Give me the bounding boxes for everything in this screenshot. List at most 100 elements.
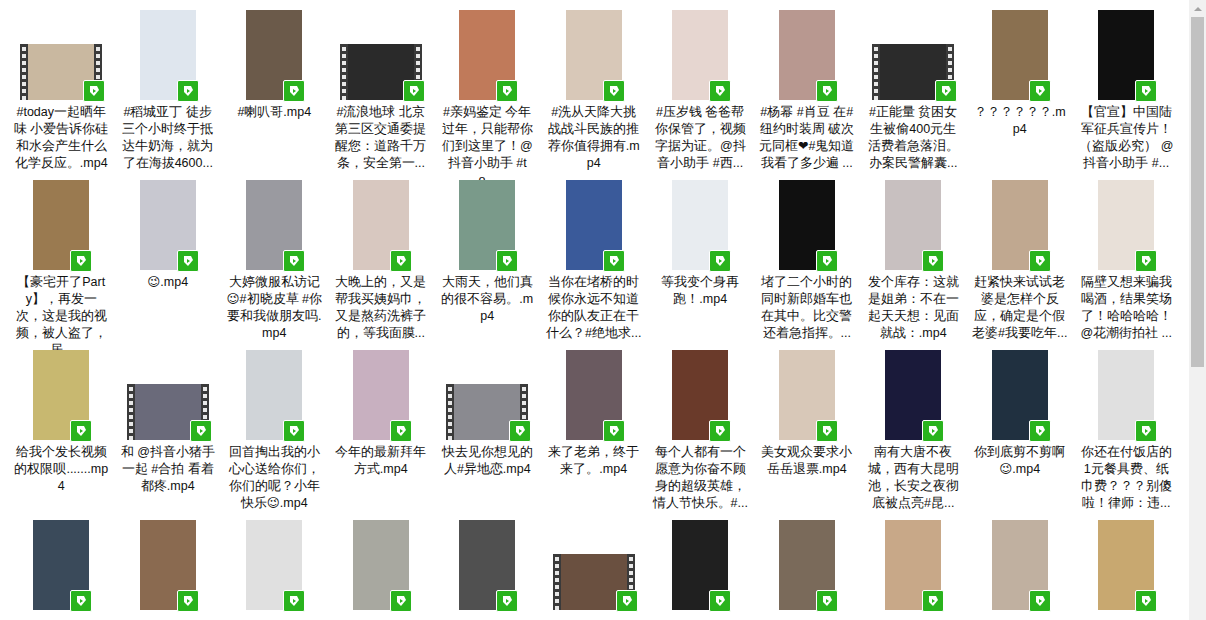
play-file-icon	[181, 594, 195, 608]
video-thumbnail[interactable]	[1098, 180, 1154, 270]
video-thumbnail[interactable]	[779, 520, 835, 610]
file-item[interactable]	[328, 520, 435, 620]
scroll-track[interactable]	[1189, 17, 1206, 620]
file-item[interactable]: 【豪宅开了Party】，再发一次，这是我的视频，被人盗了，居...	[8, 180, 115, 350]
video-thumbnail[interactable]	[1098, 520, 1154, 610]
video-thumbnail[interactable]	[992, 520, 1048, 610]
file-item[interactable]: 隔壁又想来骗我喝酒，结果笑场了！哈哈哈哈！@花潮街拍社 ...	[1073, 180, 1180, 350]
file-item[interactable]: 和 @抖音小猪手 一起 #合拍 看着都疼.mp4	[115, 350, 222, 520]
file-item[interactable]: 快去见你想见的人#异地恋.mp4	[434, 350, 541, 520]
file-item[interactable]: #喇叭哥.mp4	[221, 10, 328, 180]
video-thumbnail[interactable]	[1098, 10, 1154, 100]
film-thumbnail[interactable]	[127, 384, 209, 440]
file-item[interactable]	[647, 520, 754, 620]
file-item[interactable]: 大雨天，他们真的很不容易。.mp4	[434, 180, 541, 350]
video-thumbnail[interactable]	[33, 180, 89, 270]
film-thumbnail[interactable]	[20, 44, 102, 100]
file-item[interactable]: #稻城亚丁 徒步三个小时终于抵达牛奶海，就为了在海拔4600...	[115, 10, 222, 180]
file-item[interactable]: 😉.mp4	[115, 180, 222, 350]
film-thumbnail[interactable]	[553, 554, 635, 610]
file-item[interactable]	[1073, 520, 1180, 620]
file-item[interactable]	[221, 520, 328, 620]
file-item[interactable]: 大婷微服私访记😉#初晓皮草 #你要和我做朋友吗.mp4	[221, 180, 328, 350]
file-item[interactable]: 赶紧快来试试老婆是怎样个反应，确定是个假老婆#我要吃年...	[967, 180, 1074, 350]
video-thumbnail[interactable]	[992, 180, 1048, 270]
video-badge-icon	[390, 420, 412, 442]
video-thumbnail[interactable]	[459, 520, 515, 610]
video-thumbnail[interactable]	[885, 180, 941, 270]
video-thumbnail[interactable]	[33, 350, 89, 440]
file-item[interactable]: 今年的最新拜年方式.mp4	[328, 350, 435, 520]
file-item[interactable]: #亲妈鉴定 今年过年，只能帮你们到这里了！@抖音小助手 #to...	[434, 10, 541, 180]
file-item[interactable]	[967, 520, 1074, 620]
file-name: 大雨天，他们真的很不容易。.mp4	[439, 274, 535, 325]
file-item[interactable]: 发个库存：这就是姐弟：不在一起天天想：见面就战：.mp4	[860, 180, 967, 350]
film-thumbnail[interactable]	[872, 44, 954, 100]
video-thumbnail[interactable]	[672, 520, 728, 610]
file-item[interactable]: #洗从天降大挑战战斗民族的推荐你值得拥有.mp4	[541, 10, 648, 180]
video-thumbnail[interactable]	[459, 180, 515, 270]
vertical-scrollbar[interactable]	[1189, 0, 1206, 620]
file-item[interactable]	[434, 520, 541, 620]
file-item[interactable]: 给我个发长视频的权限呗.......mp4	[8, 350, 115, 520]
film-thumbnail[interactable]	[446, 384, 528, 440]
video-thumbnail[interactable]	[459, 10, 515, 100]
video-thumbnail[interactable]	[246, 10, 302, 100]
file-item[interactable]: 大晚上的，又是帮我买姨妈巾，又是熬药洗裤子的，等我面膜...	[328, 180, 435, 350]
file-item[interactable]	[8, 520, 115, 620]
video-thumbnail[interactable]	[992, 350, 1048, 440]
file-item[interactable]: #杨幂 #肖豆 在#纽约时装周 破次元同框❤#鬼知道我看了多少遍 ...	[754, 10, 861, 180]
video-thumbnail[interactable]	[566, 10, 622, 100]
file-item[interactable]	[754, 520, 861, 620]
video-thumbnail[interactable]	[353, 180, 409, 270]
video-thumbnail[interactable]	[1098, 350, 1154, 440]
file-item[interactable]: #流浪地球 北京第三区交通委提醒您：道路千万条，安全第一...	[328, 10, 435, 180]
video-thumbnail[interactable]	[140, 520, 196, 610]
file-item[interactable]: 堵了二个小时的同时新郎婚车也在其中。比交警还着急指挥。...	[754, 180, 861, 350]
thumbnail-area	[221, 520, 328, 610]
video-thumbnail[interactable]	[140, 10, 196, 100]
file-item[interactable]: 每个人都有一个愿意为你奋不顾身的超级英雄，情人节快乐。#...	[647, 350, 754, 520]
video-thumbnail[interactable]	[353, 350, 409, 440]
file-item[interactable]: ？？？？？？.mp4	[967, 10, 1074, 180]
scroll-thumb[interactable]	[1191, 17, 1204, 367]
video-badge-icon	[1135, 250, 1157, 272]
file-item[interactable]: 你到底剪不剪啊😉.mp4	[967, 350, 1074, 520]
file-item[interactable]: 等我变个身再跑！.mp4	[647, 180, 754, 350]
video-thumbnail[interactable]	[885, 520, 941, 610]
video-thumbnail[interactable]	[33, 520, 89, 610]
video-thumbnail[interactable]	[246, 520, 302, 610]
file-item[interactable]: #today一起晒年味 小爱告诉你硅和水会产生什么化学反应。.mp4	[8, 10, 115, 180]
file-item[interactable]: 来了老弟，终于来了。.mp4	[541, 350, 648, 520]
file-name: #流浪地球 北京第三区交通委提醒您：道路千万条，安全第一...	[333, 104, 429, 172]
file-item[interactable]: 【官宣】中国陆军征兵宣传片！（盗版必究） @抖音小助手 #...	[1073, 10, 1180, 180]
file-item[interactable]	[860, 520, 967, 620]
video-thumbnail[interactable]	[140, 180, 196, 270]
file-item[interactable]: 南有大唐不夜城，西有大昆明池，长安之夜彻底被点亮#昆...	[860, 350, 967, 520]
film-thumbnail[interactable]	[340, 44, 422, 100]
file-item[interactable]: 回首掏出我的小心心送给你们，你们的呢？小年快乐😉.mp4	[221, 350, 328, 520]
video-thumbnail[interactable]	[672, 10, 728, 100]
video-thumbnail[interactable]	[246, 180, 302, 270]
video-thumbnail[interactable]	[353, 520, 409, 610]
video-thumbnail[interactable]	[566, 350, 622, 440]
video-thumbnail[interactable]	[672, 180, 728, 270]
file-item[interactable]: 当你在堵桥的时候你永远不知道你的队友正在干什么？#绝地求...	[541, 180, 648, 350]
file-item[interactable]: #正能量 贫困女生被偷400元生活费着急落泪。办案民警解囊...	[860, 10, 967, 180]
video-thumbnail[interactable]	[779, 10, 835, 100]
play-file-icon	[939, 84, 953, 98]
file-item[interactable]	[115, 520, 222, 620]
file-item[interactable]: #压岁钱 爸爸帮你保管了，视频字据为证。@抖音小助手 #西...	[647, 10, 754, 180]
video-thumbnail[interactable]	[566, 180, 622, 270]
file-item[interactable]	[541, 520, 648, 620]
video-thumbnail[interactable]	[246, 350, 302, 440]
video-thumbnail[interactable]	[885, 350, 941, 440]
video-badge-icon	[390, 250, 412, 272]
scroll-up-icon[interactable]	[1189, 0, 1206, 17]
video-thumbnail[interactable]	[992, 10, 1048, 100]
file-item[interactable]: 美女观众要求小岳岳退票.mp4	[754, 350, 861, 520]
file-item[interactable]: 你还在付饭店的1元餐具费、纸巾费？？？别傻啦！律师：违...	[1073, 350, 1180, 520]
video-thumbnail[interactable]	[672, 350, 728, 440]
video-thumbnail[interactable]	[779, 180, 835, 270]
video-thumbnail[interactable]	[779, 350, 835, 440]
